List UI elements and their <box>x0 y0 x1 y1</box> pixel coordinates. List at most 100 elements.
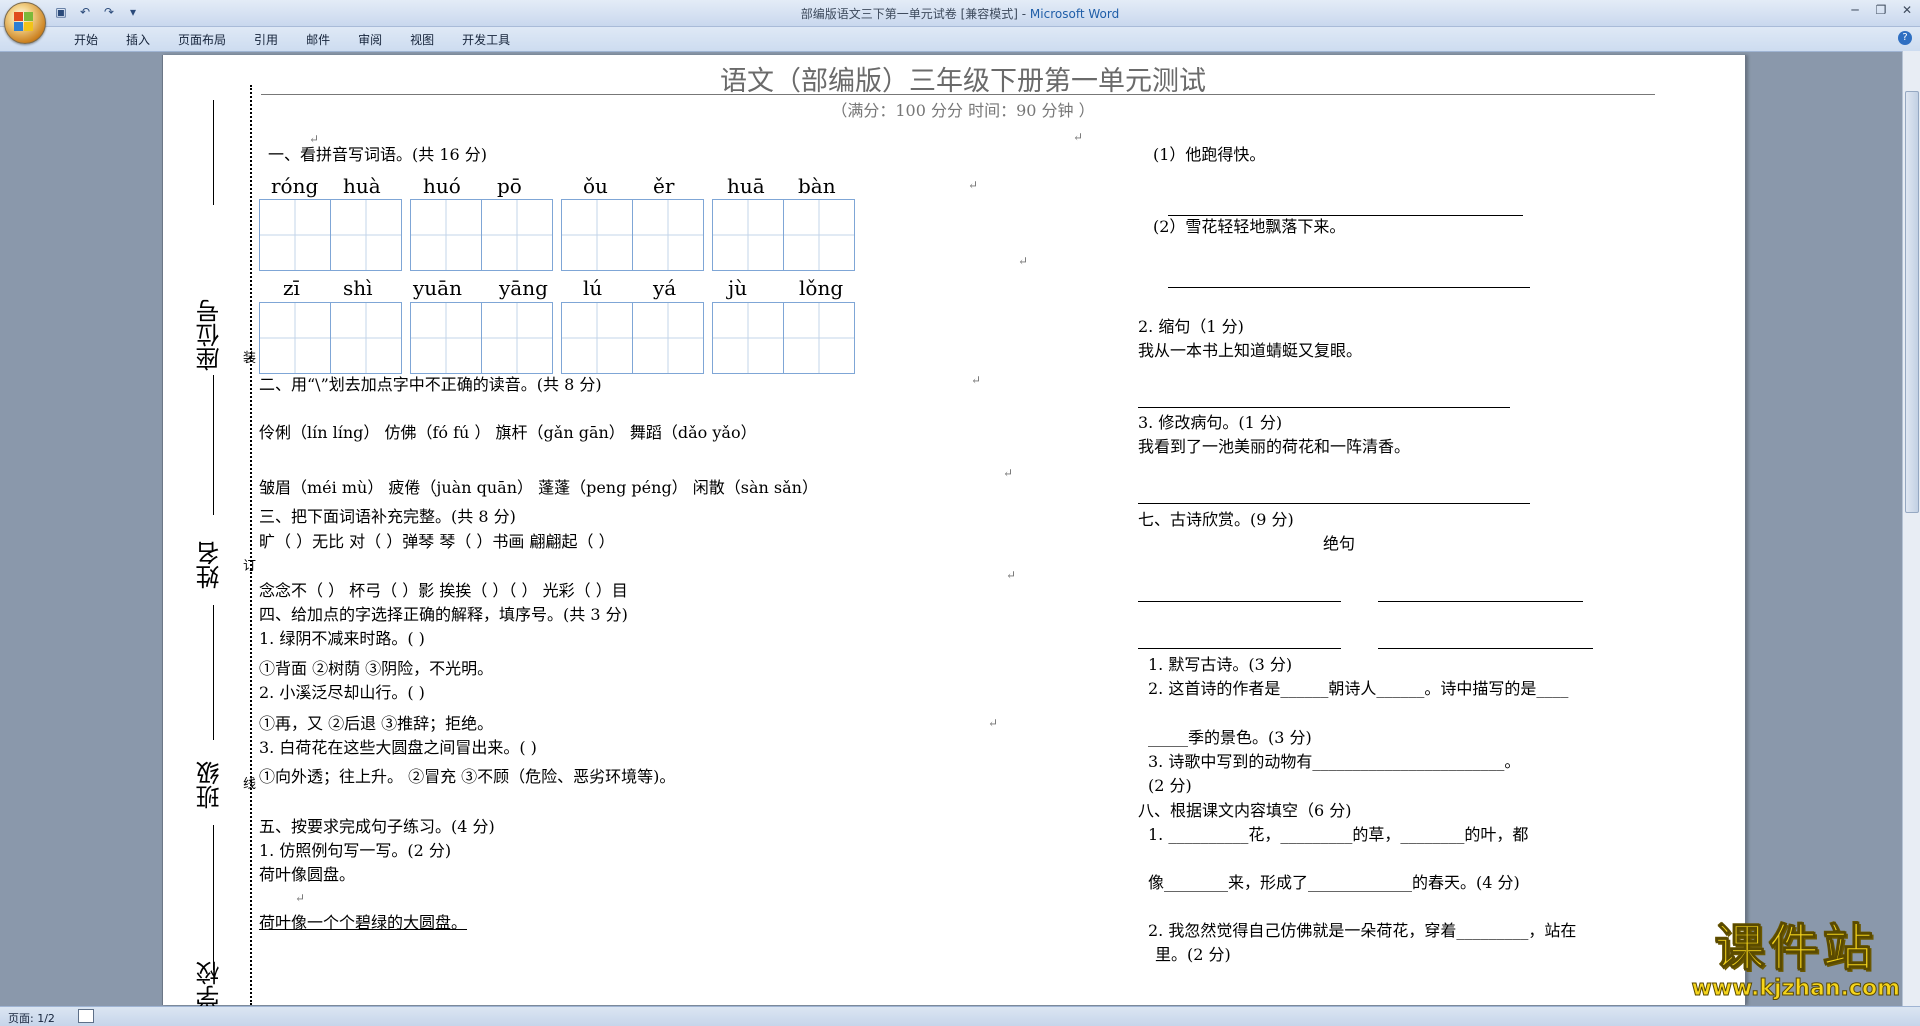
maximize-icon[interactable]: ❐ <box>1868 0 1894 20</box>
question: (2 分) <box>1148 776 1192 795</box>
binding-mark: 订 <box>243 559 257 574</box>
section-1-title: 一、看拼音写词语。(共 16 分) <box>268 145 488 164</box>
tab-mailings[interactable]: 邮件 <box>292 31 344 48</box>
question: 2. 缩句（1 分) <box>1138 317 1244 336</box>
question: 里。(2 分) <box>1155 945 1231 964</box>
question: 1. __________花，_________的草，________的叶，都 <box>1148 825 1529 844</box>
example-sentence: 荷叶像圆盘。 <box>259 865 356 884</box>
app-name: Microsoft Word <box>1029 7 1120 21</box>
writing-box[interactable] <box>259 302 402 374</box>
tab-page-layout[interactable]: 页面布局 <box>164 31 240 48</box>
section-3-line: 旷（ ）无比 对（ ）弹琴 琴（ ）书画 翩翩起（ ） <box>259 532 615 551</box>
paragraph-mark: ↵ <box>1073 130 1084 144</box>
document-title: 语文（部编版）三年级下册第一单元测试 <box>720 66 1206 97</box>
rail-line <box>213 825 214 970</box>
tab-review[interactable]: 审阅 <box>344 31 396 48</box>
section-2-line: 皱眉（méi mù） 疲倦（juàn quān） 蓬蓬（peng péng） 闲… <box>259 478 818 497</box>
tab-developer[interactable]: 开发工具 <box>448 31 524 48</box>
title-bar: ▣ ↶ ↷ ▾ 部编版语文三下第一单元试卷 [兼容模式] - Microsoft… <box>0 0 1920 44</box>
writing-box[interactable] <box>712 302 855 374</box>
minimize-icon[interactable]: ─ <box>1842 0 1868 20</box>
proofing-icon[interactable] <box>78 1009 94 1023</box>
vertical-scrollbar[interactable] <box>1902 51 1920 1006</box>
answer-line[interactable] <box>1138 503 1530 504</box>
section-4-title: 四、给加点的字选择正确的解释，填序号。(共 3 分) <box>259 605 628 624</box>
scrollbar-thumb[interactable] <box>1905 91 1919 513</box>
section-2-line: 伶俐（lín líng） 仿佛（fó fú ） 旗杆（gǎn gān） 舞蹈（d… <box>259 423 757 442</box>
question: (2）雪花轻轻地飘落下来。 <box>1153 217 1346 236</box>
question: 3. 白荷花在这些大圆盘之间冒出来。( ) <box>259 738 537 757</box>
question: 3. 诗歌中写到的动物有________________________。 <box>1148 752 1521 771</box>
writing-box[interactable] <box>561 199 704 271</box>
document-name: 部编版语文三下第一单元试卷 [兼容模式] - <box>800 7 1030 21</box>
pinyin: huó <box>423 174 461 198</box>
tab-view[interactable]: 视图 <box>396 31 448 48</box>
answer-line[interactable] <box>1138 648 1341 649</box>
document-page[interactable]: 语文（部编版）三年级下册第一单元测试 （满分：100 分分 时间：90 分钟 ）… <box>162 55 1746 1009</box>
answer-line[interactable] <box>1378 648 1593 649</box>
close-icon[interactable]: ✕ <box>1894 0 1920 20</box>
writing-box[interactable] <box>561 302 704 374</box>
question: 2. 小溪泛尽却山行。( ) <box>259 683 425 702</box>
answer-line[interactable] <box>1138 601 1341 602</box>
question: 3. 修改病句。(1 分) <box>1138 413 1283 432</box>
question: 像________来，形成了_____________的春天。(4 分) <box>1148 873 1520 892</box>
status-bar: 页面: 1/2 <box>0 1006 1920 1026</box>
class-label: 班级 <box>196 761 224 809</box>
question-text: 我从一本书上知道蜻蜓又复眼。 <box>1138 341 1363 360</box>
page-indicator[interactable]: 页面: 1/2 <box>8 1010 55 1026</box>
question: 1. 默写古诗。(3 分) <box>1148 655 1293 674</box>
poem-title: 绝句 <box>1323 534 1356 553</box>
answer-line[interactable] <box>1168 215 1523 216</box>
paragraph-mark: ↵ <box>1003 466 1014 480</box>
watermark-url: www.kjzhan.com <box>1691 976 1901 1002</box>
writing-grid-row <box>259 199 855 271</box>
answer-line[interactable] <box>1168 287 1530 288</box>
pinyin: jù <box>728 276 748 300</box>
ribbon-tabs: 开始 插入 页面布局 引用 邮件 审阅 视图 开发工具 ? <box>0 27 1920 52</box>
example-sentence: 荷叶像一个个碧绿的大圆盘。 <box>259 913 468 932</box>
writing-grid-row <box>259 302 855 374</box>
question: (1）他跑得快。 <box>1153 145 1266 164</box>
title-rule <box>261 94 1655 95</box>
writing-box[interactable] <box>712 199 855 271</box>
writing-box[interactable] <box>410 199 553 271</box>
section-3-line: 念念不（ ） 杯弓（ ）影 挨挨（ ）（ ） 光彩（ ）目 <box>259 581 628 600</box>
paragraph-mark: ↵ <box>1018 254 1029 268</box>
options: ①背面 ②树荫 ③阴险，不光明。 <box>259 659 494 678</box>
paragraph-mark: ↵ <box>988 716 999 730</box>
question: 1. 绿阴不减来时路。( ) <box>259 629 425 648</box>
answer-line[interactable] <box>1138 407 1510 408</box>
pinyin: ěr <box>653 174 675 198</box>
writing-box[interactable] <box>259 199 402 271</box>
section-7-title: 七、古诗欣赏。(9 分) <box>1138 510 1294 529</box>
paragraph-mark: ↵ <box>1006 568 1017 582</box>
rail-line <box>213 100 214 205</box>
office-logo-icon <box>14 12 34 32</box>
question: _____季的景色。(3 分) <box>1148 728 1312 747</box>
paragraph-mark: ↵ <box>968 178 979 192</box>
help-icon[interactable]: ? <box>1898 31 1912 45</box>
pinyin: róng <box>271 174 319 198</box>
pinyin: huā <box>727 174 765 198</box>
writing-box[interactable] <box>410 302 553 374</box>
site-watermark: 课件站 www.kjzhan.com <box>1691 920 1901 1002</box>
pinyin: yá <box>653 276 677 300</box>
tab-references[interactable]: 引用 <box>240 31 292 48</box>
section-8-title: 八、根据课文内容填空（6 分) <box>1138 801 1352 820</box>
binding-rail: 座位号 姓名 班级 学校 <box>193 100 233 1009</box>
window-title: 部编版语文三下第一单元试卷 [兼容模式] - Microsoft Word <box>0 5 1920 22</box>
rail-line <box>213 375 214 515</box>
name-label: 姓名 <box>196 541 224 589</box>
pinyin: lú <box>583 276 603 300</box>
tab-insert[interactable]: 插入 <box>112 31 164 48</box>
pinyin: lǒng <box>799 276 844 300</box>
tab-home[interactable]: 开始 <box>60 31 112 48</box>
paragraph-mark: ↵ <box>295 891 306 905</box>
answer-line[interactable] <box>1378 601 1583 602</box>
pinyin: yāng <box>499 276 548 300</box>
question: 1. 仿照例句写一写。(2 分) <box>259 841 452 860</box>
office-button[interactable] <box>4 2 46 44</box>
binding-mark: 线 <box>243 777 257 792</box>
section-5-title: 五、按要求完成句子练习。(4 分) <box>259 817 495 836</box>
